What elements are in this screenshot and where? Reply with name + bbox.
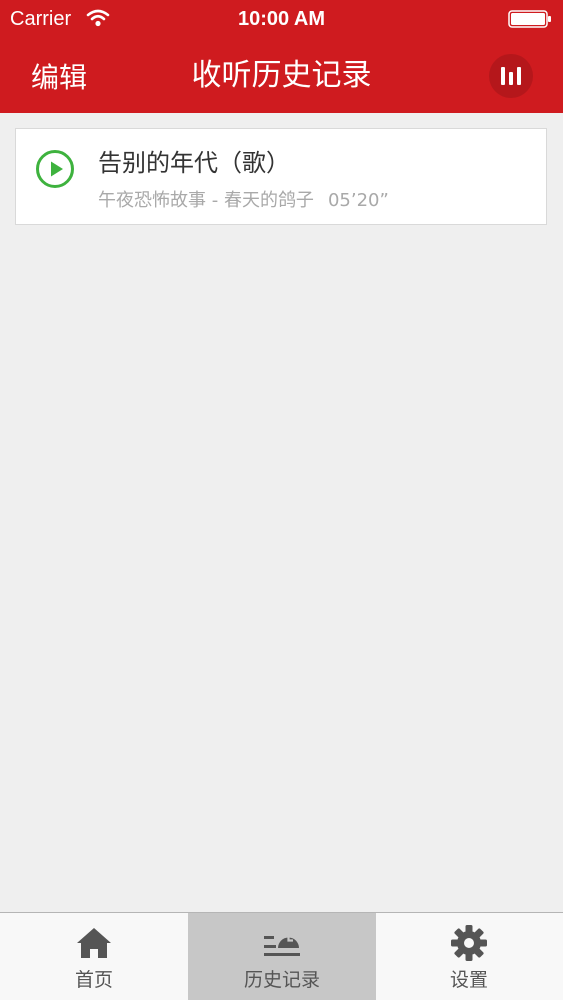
equalizer-bars-icon <box>501 67 505 85</box>
tab-label: 设置 <box>449 969 488 991</box>
navigation-bar: 编辑 收听历史记录 <box>0 40 563 113</box>
tab-bar: 首页 历史记录 设置 <box>0 912 563 1000</box>
item-title: 告别的年代（歌） <box>98 149 290 177</box>
tab-home[interactable]: 首页 <box>0 913 188 1000</box>
equalizer-bar <box>517 67 521 85</box>
history-list-item[interactable]: 告别的年代（歌） 午夜恐怖故事 - 春天的鸽子 05’20” <box>15 128 547 225</box>
item-subtitle: 午夜恐怖故事 - 春天的鸽子 05’20” <box>98 189 389 213</box>
item-program: 午夜恐怖故事 - 春天的鸽子 <box>98 190 314 211</box>
tab-label: 首页 <box>74 969 113 991</box>
home-icon <box>77 928 111 958</box>
battery-full-icon <box>508 10 551 28</box>
carrier-label: Carrier <box>10 8 72 30</box>
history-clock-icon <box>264 933 300 956</box>
now-playing-button[interactable] <box>489 54 533 98</box>
status-bar: Carrier 10:00 AM <box>0 0 563 40</box>
tab-history[interactable]: 历史记录 <box>188 913 376 1000</box>
tab-label: 历史记录 <box>243 969 320 991</box>
status-time: 10:00 AM <box>237 8 326 30</box>
wifi-icon <box>86 9 110 27</box>
gear-icon <box>451 925 487 961</box>
tab-settings[interactable]: 设置 <box>375 913 563 1000</box>
edit-button[interactable]: 编辑 <box>31 58 87 98</box>
item-duration: 05’20” <box>327 190 389 211</box>
top-header: Carrier 10:00 AM 编辑 收听历史记录 <box>0 0 563 113</box>
play-circle-icon[interactable] <box>35 149 75 189</box>
equalizer-bar <box>509 72 513 85</box>
